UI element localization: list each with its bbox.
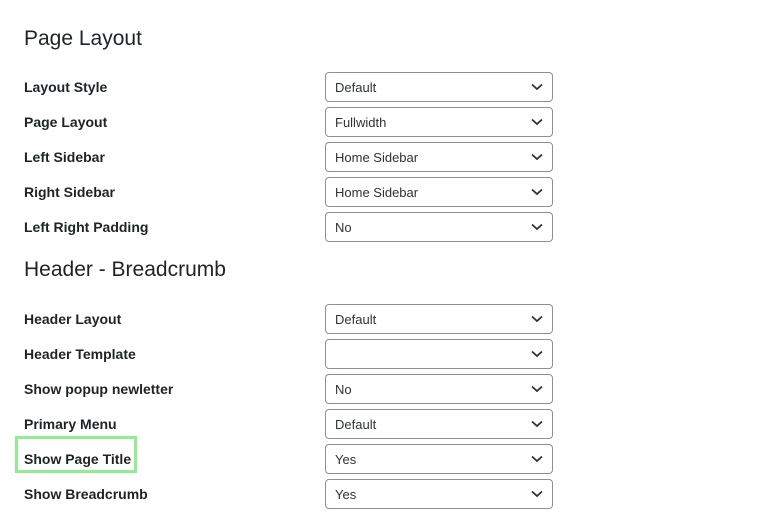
field-header-layout: Header Layout Default [0,304,778,336]
chevron-down-icon [531,420,543,428]
field-label: Layout Style [24,79,108,95]
select-value: Yes [335,452,357,467]
select-value: Fullwidth [335,115,387,130]
field-label: Right Sidebar [24,184,116,200]
show-page-title-select[interactable]: Yes [325,444,553,474]
select-value: Default [335,417,377,432]
page-layout-select[interactable]: Fullwidth [325,107,553,137]
field-right-sidebar: Right Sidebar Home Sidebar [0,177,778,209]
section-title-page-layout: Page Layout [24,27,142,50]
chevron-down-icon [531,153,543,161]
right-sidebar-select[interactable]: Home Sidebar [325,177,553,207]
select-value: Home Sidebar [335,150,419,165]
chevron-down-icon [531,385,543,393]
field-label: Left Sidebar [24,149,105,165]
layout-style-select[interactable]: Default [325,72,553,102]
header-layout-select[interactable]: Default [325,304,553,334]
field-left-sidebar: Left Sidebar Home Sidebar [0,142,778,174]
chevron-down-icon [531,83,543,91]
select-value: No [335,220,352,235]
field-show-page-title: Show Page Title Yes [0,444,778,476]
field-label: Show Page Title [24,451,132,467]
field-label: Primary Menu [24,416,117,432]
chevron-down-icon [531,223,543,231]
field-show-popup-newletter: Show popup newletter No [0,374,778,406]
header-template-select[interactable] [325,339,553,369]
chevron-down-icon [531,490,543,498]
left-sidebar-select[interactable]: Home Sidebar [325,142,553,172]
chevron-down-icon [531,455,543,463]
field-page-layout: Page Layout Fullwidth [0,107,778,139]
field-layout-style: Layout Style Default [0,72,778,104]
field-header-template: Header Template [0,339,778,371]
select-value: Default [335,80,377,95]
select-value: Home Sidebar [335,185,419,200]
left-right-padding-select[interactable]: No [325,212,553,242]
field-label: Header Layout [24,311,122,327]
select-value: No [335,382,352,397]
select-value: Default [335,312,377,327]
field-label: Header Template [24,346,136,362]
field-label: Show Breadcrumb [24,486,148,502]
field-label: Page Layout [24,114,108,130]
field-show-breadcrumb: Show Breadcrumb Yes [0,479,778,511]
select-value: Yes [335,487,357,502]
section-title-header-breadcrumb: Header - Breadcrumb [24,258,226,281]
field-label: Left Right Padding [24,219,149,235]
chevron-down-icon [531,118,543,126]
field-label: Show popup newletter [24,381,174,397]
show-breadcrumb-select[interactable]: Yes [325,479,553,509]
chevron-down-icon [531,315,543,323]
show-popup-newletter-select[interactable]: No [325,374,553,404]
chevron-down-icon [531,188,543,196]
field-left-right-padding: Left Right Padding No [0,212,778,244]
chevron-down-icon [531,350,543,358]
primary-menu-select[interactable]: Default [325,409,553,439]
